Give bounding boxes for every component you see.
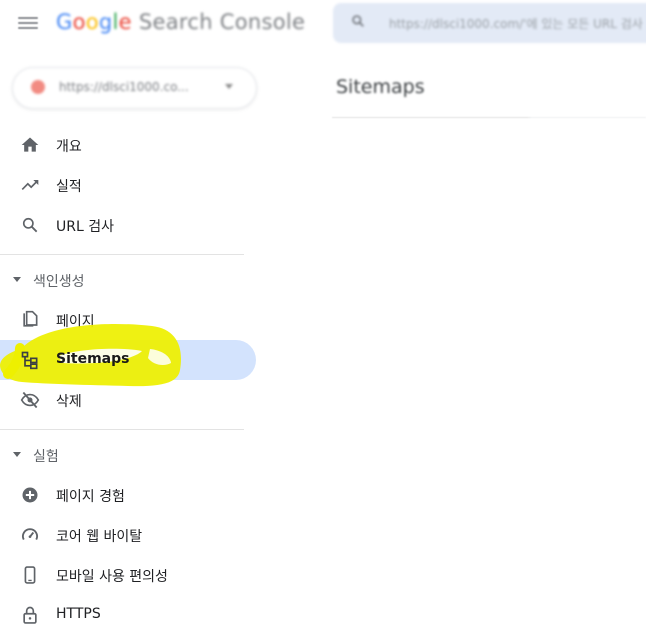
nav-label: 실적 — [56, 179, 82, 195]
nav-label: 페이지 — [56, 314, 95, 330]
nav-item-core-web-vitals[interactable]: 코어 웹 바이탈 — [0, 515, 256, 555]
sitemap-icon — [21, 351, 38, 370]
caret-down-icon — [13, 277, 21, 282]
file-copy-icon — [23, 310, 38, 327]
caret-down-icon — [13, 452, 21, 457]
chevron-down-icon — [225, 84, 233, 89]
title-divider — [332, 117, 646, 118]
nav-label: URL 검사 — [56, 219, 114, 235]
property-selector[interactable]: https://dlsci1000.co... — [12, 67, 257, 109]
nav-divider — [0, 254, 244, 255]
product-logo[interactable]: Google Search Console — [56, 10, 305, 34]
nav-label: Sitemaps — [56, 351, 130, 367]
menu-icon[interactable] — [18, 14, 38, 34]
section-experience[interactable]: 실험 — [0, 440, 244, 470]
nav-item-removals[interactable]: 삭제 — [0, 380, 256, 420]
nav-label: 코어 웹 바이탈 — [56, 529, 143, 545]
url-inspect-search[interactable]: https://dlsci1000.com/'에 있는 모든 URL 검사 — [333, 3, 646, 43]
plus-circle-icon — [22, 487, 38, 503]
trending-up-icon — [21, 180, 39, 190]
section-label: 실험 — [33, 449, 59, 465]
nav-item-url-inspection[interactable]: URL 검사 — [0, 205, 256, 245]
product-name: Search Console — [138, 10, 306, 34]
magnifier-icon — [22, 217, 38, 233]
nav-label: 페이지 경험 — [56, 489, 125, 505]
nav-label: 모바일 사용 편의성 — [56, 569, 168, 585]
property-favicon — [31, 80, 45, 94]
nav-divider — [0, 429, 244, 430]
search-icon — [352, 15, 364, 27]
nav-label: 삭제 — [56, 394, 82, 410]
lock-icon — [23, 606, 37, 624]
nav-item-mobile-usability[interactable]: 모바일 사용 편의성 — [0, 555, 256, 595]
eye-off-icon — [20, 391, 40, 409]
search-input[interactable]: https://dlsci1000.com/'에 있는 모든 URL 검사 — [389, 15, 643, 32]
phone-icon — [24, 566, 36, 584]
google-wordmark: Google — [56, 10, 132, 34]
app-header: Google Search Console https://dlsci1000.… — [0, 0, 646, 50]
section-label: 색인생성 — [33, 274, 85, 290]
property-url: https://dlsci1000.co... — [59, 80, 189, 94]
home-icon — [21, 137, 39, 152]
nav-label: HTTPS — [56, 606, 101, 622]
nav-item-sitemaps[interactable]: Sitemaps — [0, 340, 256, 380]
nav-item-performance[interactable]: 실적 — [0, 165, 256, 205]
nav-label: 개요 — [56, 139, 82, 155]
section-indexing[interactable]: 색인생성 — [0, 265, 244, 295]
nav-item-page-experience[interactable]: 페이지 경험 — [0, 475, 256, 515]
nav-item-https[interactable]: HTTPS — [0, 595, 256, 635]
nav-item-overview[interactable]: 개요 — [0, 125, 256, 165]
gauge-icon — [22, 528, 38, 541]
page-title: Sitemaps — [336, 76, 425, 98]
nav-item-pages[interactable]: 페이지 — [0, 300, 256, 340]
